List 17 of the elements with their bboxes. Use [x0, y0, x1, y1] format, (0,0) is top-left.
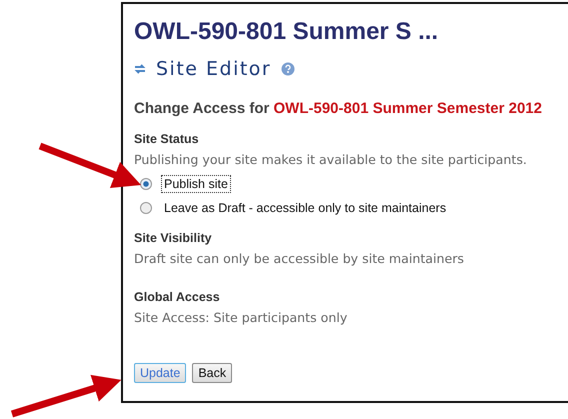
radio-button[interactable]	[140, 178, 152, 190]
change-access-heading: Change Access for OWL-590-801 Summer Semester 2012	[134, 100, 542, 117]
section-title: Global Access	[134, 290, 220, 304]
description: Draft site can only be accessible by site maintainers	[134, 251, 464, 266]
back-button[interactable]: Back	[192, 363, 232, 383]
radio-label[interactable]: Leave as Draft - accessible only to site maintainers	[161, 199, 450, 217]
radio-button[interactable]	[140, 202, 152, 214]
section-title: Site Visibility	[134, 231, 212, 245]
section-title: Site Status	[134, 132, 199, 146]
description: Site Access: Site participants only	[134, 310, 348, 325]
tool-title: Site Editor	[156, 58, 272, 80]
radio-label[interactable]: Publish site	[161, 175, 231, 193]
refresh-icon[interactable]	[134, 63, 146, 75]
update-button[interactable]: Update	[134, 363, 186, 383]
page-title: OWL-590-801 Summer S ...	[134, 18, 438, 46]
description: Publishing your site makes it available to the site participants.	[134, 152, 527, 167]
help-icon[interactable]	[281, 62, 296, 76]
